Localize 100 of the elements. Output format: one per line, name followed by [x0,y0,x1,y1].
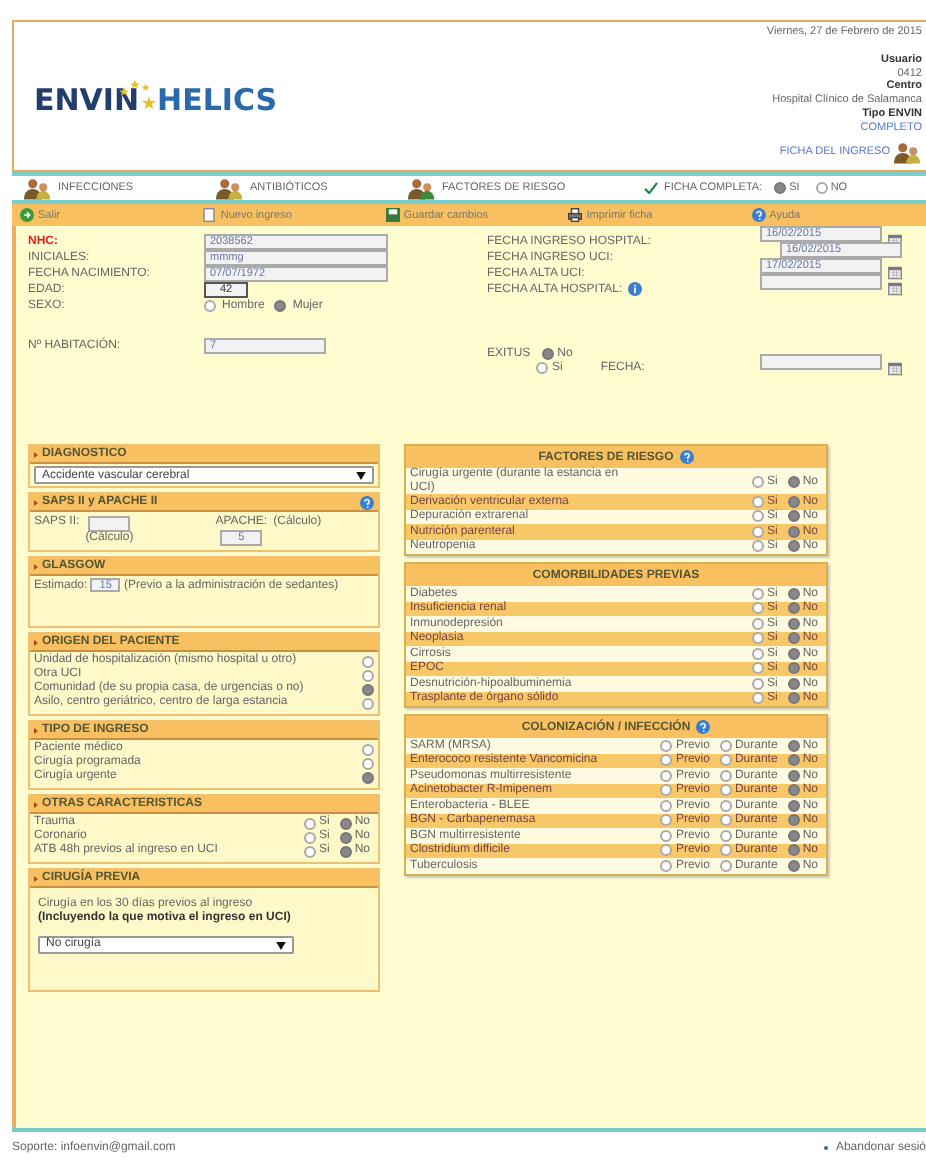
radio-button[interactable] [751,475,764,487]
caret-icon [356,471,366,479]
radio-button[interactable] [362,697,374,709]
radio-button[interactable] [719,799,732,812]
radio-button[interactable] [339,817,352,829]
radio-button[interactable] [719,739,732,752]
radio-button[interactable] [660,829,673,842]
help-icon[interactable] [751,208,766,222]
radio-button[interactable] [787,677,800,690]
radio-button[interactable] [787,662,800,675]
radio-button[interactable] [660,754,673,767]
radio-button[interactable] [787,799,800,812]
radio-button[interactable] [751,617,764,630]
radio-button[interactable] [362,669,374,681]
radio-button[interactable] [719,754,732,767]
radio-button[interactable] [751,495,764,508]
radio-button[interactable] [660,739,673,752]
radio-button[interactable] [719,814,732,827]
logo-text: ENVIN [34,82,140,118]
radio-button[interactable] [787,784,800,797]
printer-icon [568,208,583,222]
radio-button[interactable] [339,845,352,857]
radio-button[interactable] [362,683,374,695]
radio-button[interactable] [362,771,374,783]
radio-button[interactable] [303,831,316,843]
arrow-icon [34,801,38,807]
radio-button[interactable] [751,602,764,615]
radio-button[interactable] [815,182,828,194]
radio-button[interactable] [787,632,800,645]
radio-button[interactable] [274,299,287,312]
arrow-icon [34,727,38,733]
radio-button[interactable] [787,475,800,487]
radio-button[interactable] [787,617,800,630]
radio-button[interactable] [787,829,800,842]
radio-button[interactable] [660,799,673,812]
radio-button[interactable] [787,525,800,538]
input-field[interactable] [88,516,131,532]
radio-button[interactable] [660,784,673,797]
arrow-icon [34,639,38,645]
radio-button[interactable] [751,587,764,600]
check-icon [644,182,658,194]
radio-button[interactable] [362,757,374,769]
radio-button[interactable] [536,362,549,375]
radio-button[interactable] [787,754,800,767]
radio-button[interactable] [787,814,800,827]
radio-button[interactable] [660,859,673,872]
info-icon[interactable] [628,282,643,297]
calendar-icon[interactable] [888,282,902,297]
radio-button[interactable] [751,662,764,675]
radio-button[interactable] [660,769,673,782]
calendar-icon[interactable] [888,266,902,281]
radio-button[interactable] [787,540,800,553]
help-icon[interactable] [360,495,374,509]
radio-button[interactable] [660,844,673,857]
radio-button[interactable] [303,845,316,857]
caret-icon [276,941,286,949]
radio-button[interactable] [787,495,800,508]
radio-button[interactable] [751,632,764,645]
radio-button[interactable] [542,347,555,360]
save-icon [385,208,400,222]
people-icon [24,177,52,199]
input-field[interactable] [760,353,882,370]
radio-button[interactable] [362,655,374,667]
radio-button[interactable] [719,844,732,857]
radio-button[interactable] [719,859,732,872]
radio-button[interactable] [787,692,800,705]
star-icon [141,96,156,110]
radio-button[interactable] [774,182,787,194]
radio-button[interactable] [751,647,764,660]
radio-button[interactable] [787,602,800,615]
document-icon [202,208,217,222]
exit-icon [20,208,34,222]
radio-button[interactable] [339,831,352,843]
radio-button[interactable] [787,587,800,600]
radio-button[interactable] [787,769,800,782]
people-icon [894,141,922,164]
radio-button[interactable] [751,510,764,523]
radio-button[interactable] [787,647,800,660]
radio-button[interactable] [787,510,800,523]
radio-button[interactable] [719,769,732,782]
people-icon [408,177,436,199]
radio-button[interactable] [303,817,316,829]
input-field[interactable] [760,274,882,291]
help-icon[interactable] [696,720,711,734]
radio-button[interactable] [787,859,800,872]
radio-button[interactable] [362,743,374,755]
radio-button[interactable] [751,677,764,690]
radio-button[interactable] [787,844,800,857]
arrow-icon [34,875,38,881]
radio-button[interactable] [751,692,764,705]
radio-button[interactable] [751,540,764,553]
radio-button[interactable] [719,829,732,842]
radio-button[interactable] [204,299,216,312]
radio-button[interactable] [719,784,732,797]
calendar-icon[interactable] [888,361,902,376]
radio-button[interactable] [787,739,800,752]
radio-button[interactable] [751,525,764,538]
arrow-icon [34,499,38,505]
help-icon[interactable] [679,450,694,464]
radio-button[interactable] [660,814,673,827]
